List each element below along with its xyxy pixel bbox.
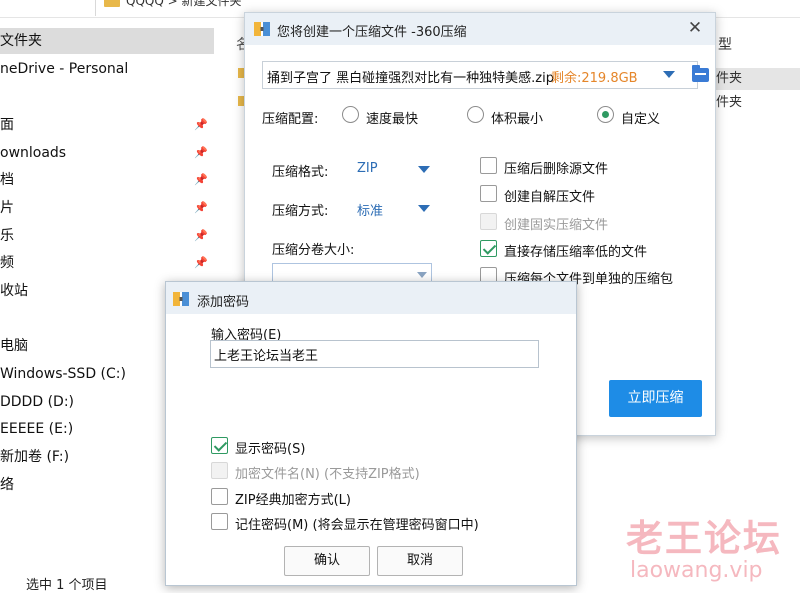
archive-path-field[interactable]: 捅到子宫了 黑白碰撞强烈对比有一种独特美感.zip 剩余:219.8GB <box>262 61 709 89</box>
chevron-down-icon[interactable] <box>418 166 430 173</box>
radio-fastest[interactable]: 速度最快 <box>342 105 432 127</box>
chevron-down-icon[interactable] <box>418 205 430 212</box>
sidebar-item-label: 频 <box>0 255 14 271</box>
checkbox[interactable] <box>211 513 228 530</box>
radio-custom[interactable]: 自定义 <box>597 105 677 127</box>
checkbox[interactable] <box>480 185 497 202</box>
radio-smallest[interactable]: 体积最小 <box>467 105 557 127</box>
sidebar-item-label: 收站 <box>0 283 28 299</box>
column-header-type[interactable]: 型 <box>718 34 732 54</box>
sidebar-item-label: 电脑 <box>0 338 28 354</box>
sidebar-item[interactable]: 片 📌 <box>0 195 214 221</box>
compress-now-button[interactable]: 立即压缩 <box>609 380 702 417</box>
sidebar-item-label: 络 <box>0 477 14 493</box>
address-path[interactable]: QQQQ > 新建文件夹 <box>95 0 255 16</box>
cancel-button[interactable]: 取消 <box>377 546 463 576</box>
status-selected: 选中 1 个项目 <box>26 578 108 593</box>
sidebar-item-label: DDDD (D:) <box>0 394 74 410</box>
add-password-dialog: 添加密码 输入密码(E) 显示密码(S) 加密文件名(N) (不支持ZIP格式)… <box>165 281 577 586</box>
checkbox[interactable] <box>480 240 497 257</box>
sidebar-item-label: 片 <box>0 200 14 216</box>
password-dialog-titlebar[interactable]: 添加密码 <box>166 282 576 314</box>
checkbox <box>211 462 228 479</box>
compress-window-title: 您将创建一个压缩文件 -360压缩 <box>277 25 467 40</box>
sidebar-item-label: Windows-SSD (C:) <box>0 366 126 382</box>
sidebar-item[interactable]: neDrive - Personal <box>0 56 214 82</box>
radio-circle <box>342 106 359 123</box>
watermark-logo-text: 老王论坛 <box>626 516 782 560</box>
file-type-cell[interactable]: 件夹 <box>712 92 800 114</box>
method-label: 压缩方式: <box>272 204 329 219</box>
file-type-cell[interactable]: 件夹 <box>712 68 800 90</box>
archive-icon <box>254 22 270 36</box>
sidebar-item-label: 新加卷 (F:) <box>0 449 70 465</box>
sidebar-item[interactable]: ownloads 📌 <box>0 140 214 166</box>
sidebar-item-label: neDrive - Personal <box>0 61 129 77</box>
close-icon[interactable]: ✕ <box>685 18 705 38</box>
radio-circle <box>597 106 614 123</box>
pin-icon[interactable]: 📌 <box>194 140 208 166</box>
sidebar-item-label: 文件夹 <box>0 33 42 49</box>
password-input[interactable] <box>210 340 539 368</box>
pin-icon[interactable]: 📌 <box>194 223 208 249</box>
pin-icon[interactable]: 📌 <box>194 250 208 276</box>
address-text: QQQQ > 新建文件夹 <box>126 0 242 8</box>
archive-file-name: 捅到子宫了 黑白碰撞强烈对比有一种独特美感.zip <box>267 71 554 86</box>
compress-window-titlebar[interactable]: 您将创建一个压缩文件 -360压缩 ✕ <box>245 13 715 45</box>
sidebar-item[interactable]: 文件夹 <box>0 28 214 54</box>
pin-icon[interactable]: 📌 <box>194 195 208 221</box>
checkbox <box>480 213 497 230</box>
watermark-url: laowang.vip <box>630 558 763 583</box>
sidebar-item[interactable]: 面 📌 <box>0 112 214 138</box>
format-select[interactable]: ZIP <box>357 161 378 176</box>
sidebar-item-label: EEEEE (E:) <box>0 421 74 437</box>
pin-icon[interactable]: 📌 <box>194 112 208 138</box>
checkbox[interactable] <box>211 488 228 505</box>
sidebar-item-label: 乐 <box>0 228 14 244</box>
sidebar-item-label: 档 <box>0 172 14 188</box>
chevron-down-icon[interactable] <box>417 272 427 278</box>
method-select[interactable]: 标准 <box>357 200 383 219</box>
password-dialog-title: 添加密码 <box>197 295 250 310</box>
chevron-down-icon[interactable] <box>663 71 675 78</box>
sidebar-item[interactable]: 档 📌 <box>0 167 214 193</box>
checkbox[interactable] <box>211 437 228 454</box>
radio-circle <box>467 106 484 123</box>
pin-icon[interactable]: 📌 <box>194 167 208 193</box>
space-remaining: 剩余:219.8GB <box>551 71 638 86</box>
sidebar-item[interactable]: 乐 📌 <box>0 223 214 249</box>
ok-button[interactable]: 确认 <box>284 546 370 576</box>
sidebar-item-label: ownloads <box>0 145 67 161</box>
folder-icon <box>104 0 120 7</box>
checkbox[interactable] <box>480 157 497 174</box>
config-label: 压缩配置: <box>262 112 319 127</box>
format-label: 压缩格式: <box>272 165 329 180</box>
browse-folder-icon[interactable] <box>692 65 709 82</box>
sidebar-item[interactable]: 频 📌 <box>0 250 214 276</box>
volume-label: 压缩分卷大小: <box>272 243 355 258</box>
sidebar-item-label: 面 <box>0 117 14 133</box>
